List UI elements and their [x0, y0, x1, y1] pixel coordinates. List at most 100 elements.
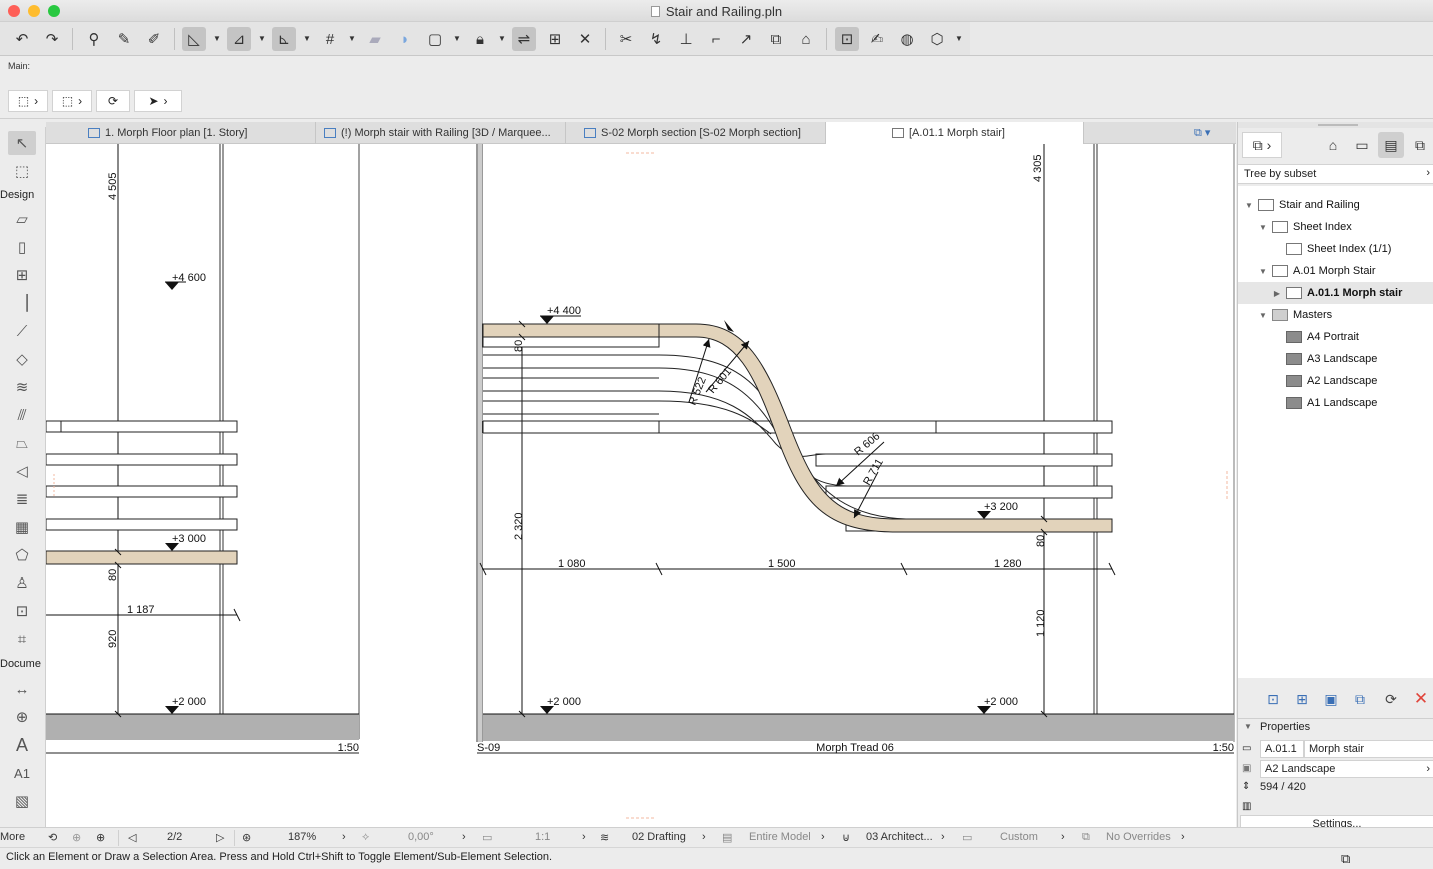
- more-label[interactable]: More: [0, 831, 25, 843]
- window-tool-icon[interactable]: ⊞: [8, 263, 36, 287]
- stair-tool-icon[interactable]: ≋: [8, 375, 36, 399]
- zoom-level[interactable]: 187%: [288, 831, 316, 843]
- dimension-standard[interactable]: Custom: [1000, 831, 1038, 843]
- tree-item[interactable]: ▶ A.01.1 Morph stair: [1238, 282, 1433, 304]
- layer-combination[interactable]: 02 Drafting: [632, 831, 686, 843]
- snap-points-icon[interactable]: ⊾: [272, 27, 296, 51]
- collapse-triangle-icon[interactable]: ▼: [1244, 722, 1252, 731]
- marquee-geometry-button[interactable]: ⬚ ›: [52, 90, 92, 112]
- elevation-icon[interactable]: ⊥: [674, 27, 698, 51]
- scale-icon[interactable]: ▭: [482, 831, 492, 844]
- tree-item[interactable]: ▼ Sheet Index: [1238, 216, 1433, 238]
- tree-item[interactable]: A2 Landscape: [1238, 370, 1433, 392]
- model-view-option[interactable]: Entire Model: [749, 831, 811, 843]
- layout-book-icon[interactable]: ▤: [1378, 132, 1404, 158]
- arrow-tool-icon[interactable]: ↖: [8, 131, 36, 155]
- new-master-icon[interactable]: ▣: [1320, 688, 1342, 710]
- tree-item[interactable]: ▼ Masters: [1238, 304, 1433, 326]
- tree-mode-select[interactable]: Tree by subset ›: [1238, 164, 1433, 184]
- chevron-right-icon[interactable]: ›: [342, 831, 346, 843]
- expand-triangle-icon[interactable]: ▼: [1258, 223, 1268, 232]
- new-layout-icon[interactable]: ⊞: [1291, 688, 1313, 710]
- overrides-icon[interactable]: ⧉: [1082, 831, 1090, 844]
- tree-item[interactable]: ▼ Stair and Railing: [1238, 194, 1433, 216]
- master-select[interactable]: A2 Landscape ›: [1260, 760, 1433, 778]
- expand-triangle-icon[interactable]: ▼: [1244, 201, 1254, 210]
- tab-section[interactable]: S-02 Morph section [S-02 Morph section]: [578, 122, 826, 144]
- grid-snap-icon[interactable]: #: [318, 27, 342, 51]
- arrow-tool-button[interactable]: ➤ ›: [134, 90, 182, 112]
- roof-icon[interactable]: ⌂: [794, 27, 818, 51]
- pen-set-icon[interactable]: ⊍: [842, 831, 850, 844]
- redo-zoom-icon[interactable]: ⊕: [72, 831, 81, 844]
- chevron-right-icon[interactable]: ›: [941, 831, 945, 843]
- undo-zoom-icon[interactable]: ⟲: [48, 831, 57, 844]
- morph-tool-icon[interactable]: ⬠: [8, 543, 36, 567]
- renovation-icon[interactable]: ⊞: [543, 27, 567, 51]
- resize-icon[interactable]: ⧉: [764, 27, 788, 51]
- curtain-wall-tool-icon[interactable]: ▦: [8, 515, 36, 539]
- layout-id-field[interactable]: A.01.1: [1260, 740, 1304, 758]
- selection-method-button[interactable]: ⬚ ›: [8, 90, 48, 112]
- 3d-view-dropdown-icon[interactable]: ▼: [955, 34, 963, 43]
- fill-icon[interactable]: ▢: [423, 27, 447, 51]
- group-icon[interactable]: ⊡: [835, 27, 859, 51]
- door-tool-icon[interactable]: ▯: [8, 235, 36, 259]
- slab-tool-icon[interactable]: ◇: [8, 347, 36, 371]
- roof-tool-icon[interactable]: ⏢: [8, 431, 36, 455]
- find-select-icon[interactable]: ⚲: [82, 27, 106, 51]
- solid-icon[interactable]: ◍: [895, 27, 919, 51]
- marquee-tool-icon[interactable]: ⬚: [8, 159, 36, 183]
- lock-icon[interactable]: 🔒︎: [468, 27, 492, 51]
- dimension-tool-icon[interactable]: ↔: [8, 677, 36, 701]
- pen-set[interactable]: 03 Architect...: [866, 831, 933, 843]
- zoom-in-icon[interactable]: ⊕: [96, 831, 105, 844]
- chevron-right-icon[interactable]: ›: [821, 831, 825, 843]
- level-dimension-tool-icon[interactable]: ⊕: [8, 705, 36, 729]
- fit-in-window-icon[interactable]: ⊛: [242, 831, 251, 844]
- label-tool-icon[interactable]: A1: [8, 761, 36, 785]
- snap-guides-dropdown-icon[interactable]: ▼: [258, 34, 266, 43]
- rotate-view-icon[interactable]: ⟡: [362, 831, 369, 844]
- edit-icon[interactable]: ✍: [865, 27, 889, 51]
- layer-icon[interactable]: ▰: [363, 27, 387, 51]
- model-view-icon[interactable]: ▤: [722, 831, 732, 844]
- offset-icon[interactable]: ⌐: [704, 27, 728, 51]
- column-tool-icon[interactable]: ▕: [8, 291, 36, 315]
- tab-list-button[interactable]: ⧉ ▾: [1188, 122, 1234, 144]
- expand-triangle-icon[interactable]: ▼: [1258, 267, 1268, 276]
- view-map-icon[interactable]: ▭: [1349, 132, 1375, 158]
- eyedropper-icon[interactable]: ✎: [112, 27, 136, 51]
- layer-combination-icon[interactable]: ≋: [600, 831, 609, 844]
- navigator-mode-button[interactable]: ⧉ ›: [1242, 132, 1282, 158]
- text-tool-icon[interactable]: A: [8, 733, 36, 757]
- layout-scale[interactable]: 1:1: [535, 831, 550, 843]
- object-tool-icon[interactable]: ♙: [8, 571, 36, 595]
- next-page-icon[interactable]: ▷: [216, 831, 224, 844]
- expand-triangle-icon[interactable]: ▼: [1258, 311, 1268, 320]
- tree-item[interactable]: A4 Portrait: [1238, 326, 1433, 348]
- 3d-view-icon[interactable]: ⬡: [925, 27, 949, 51]
- railing-tool-icon[interactable]: ⫻: [8, 403, 36, 427]
- project-map-icon[interactable]: ⌂: [1320, 132, 1346, 158]
- guideline-dropdown-icon[interactable]: ▼: [213, 34, 221, 43]
- chevron-right-icon[interactable]: ›: [462, 831, 466, 843]
- chevron-right-icon[interactable]: ›: [702, 831, 706, 843]
- collapsed-triangle-icon[interactable]: ▶: [1272, 289, 1282, 298]
- zone-tool-icon[interactable]: ⊡: [8, 599, 36, 623]
- shell-tool-icon[interactable]: ◁: [8, 459, 36, 483]
- layout-canvas[interactable]: +4 600 +3 000 +2 000 4 505 80 920 1 187 …: [45, 144, 1236, 827]
- skylight-tool-icon[interactable]: ≣: [8, 487, 36, 511]
- fill-dropdown-icon[interactable]: ▼: [453, 34, 461, 43]
- wall-tool-icon[interactable]: ▱: [8, 207, 36, 231]
- chevron-right-icon[interactable]: ›: [582, 831, 586, 843]
- guideline-icon[interactable]: ◺: [182, 27, 206, 51]
- mesh-tool-icon[interactable]: ⌗: [8, 627, 36, 651]
- tab-3d-view[interactable]: (!) Morph stair with Railing [3D / Marqu…: [318, 122, 566, 144]
- tree-item[interactable]: Sheet Index (1/1): [1238, 238, 1433, 260]
- dimension-icon[interactable]: ▭: [962, 831, 972, 844]
- syringe-icon[interactable]: ✐: [142, 27, 166, 51]
- drag-handle-icon[interactable]: [1318, 124, 1358, 126]
- adjust-icon[interactable]: ↯: [644, 27, 668, 51]
- undo-icon[interactable]: ↶: [10, 27, 34, 51]
